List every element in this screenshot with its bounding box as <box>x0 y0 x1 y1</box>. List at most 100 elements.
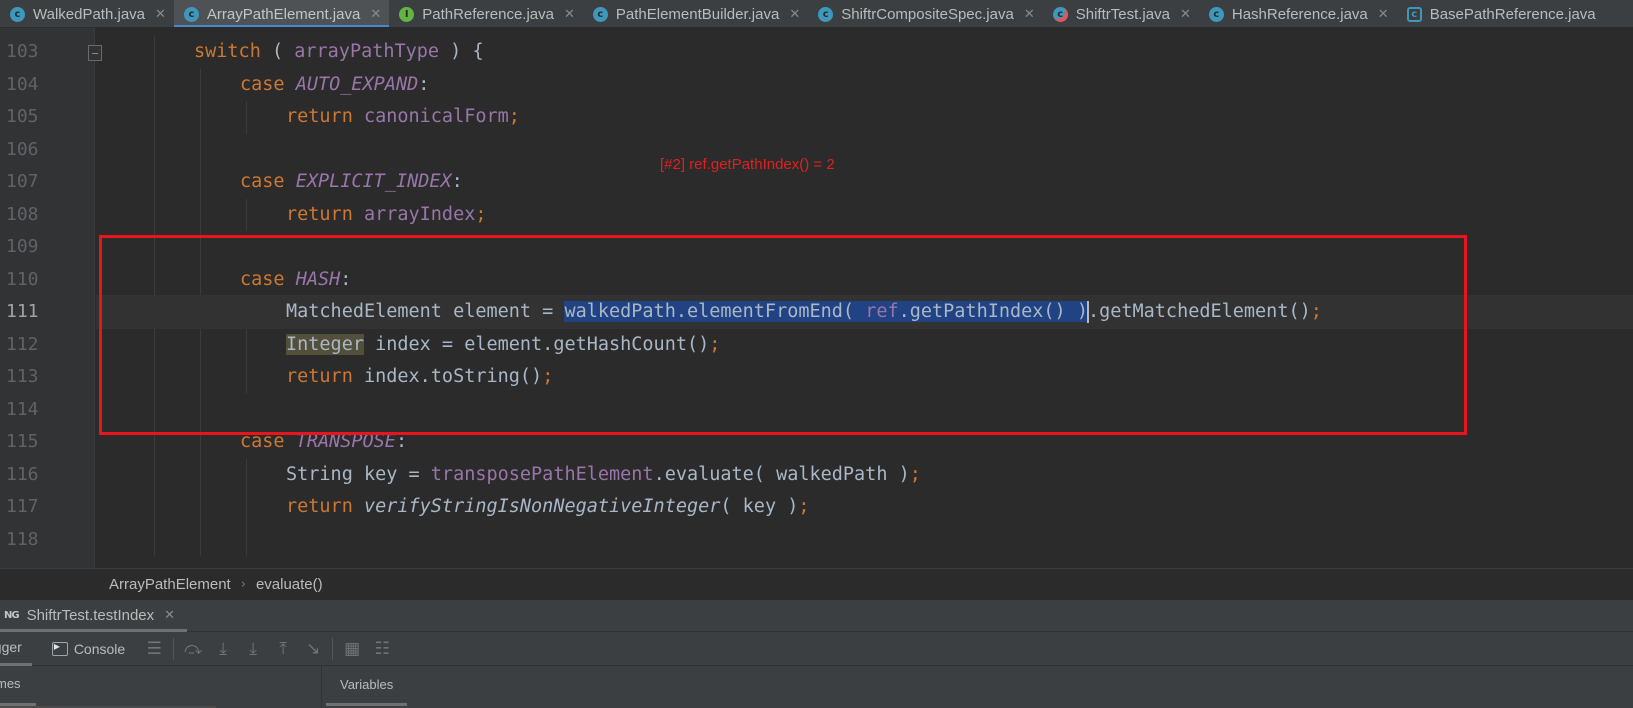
debug-session-tab[interactable]: NG ShiftrTest.testIndex ✕ <box>0 600 188 632</box>
code-line[interactable]: case HASH: <box>96 263 1633 297</box>
code-line[interactable] <box>96 230 1633 264</box>
code-editor[interactable]: 103 104 105 106 107 108 109 110 111 112 113 114 115 1… <box>0 28 1633 568</box>
evaluate-expression-icon[interactable]: ▦ <box>337 632 367 666</box>
line-number[interactable]: 111 <box>6 295 39 329</box>
code-line[interactable]: return index.toString(); <box>96 360 1633 394</box>
variables-pane-header: Variables <box>322 666 1633 708</box>
line-number[interactable]: 112 <box>6 328 39 362</box>
close-icon[interactable]: ✕ <box>1378 7 1389 22</box>
run-to-cursor-icon[interactable]: ↘ <box>298 632 328 666</box>
line-number[interactable]: 106 <box>6 133 39 167</box>
code-token: transposePathElement <box>430 463 654 485</box>
breadcrumb: ArrayPathElement › evaluate() <box>0 568 1633 600</box>
close-icon[interactable]: ✕ <box>1180 7 1191 22</box>
code-token: ( key ) <box>720 496 799 517</box>
line-number-gutter[interactable]: 103 104 105 106 107 108 109 110 111 112 113 114 115 1… <box>0 28 102 568</box>
line-number[interactable]: 105 <box>6 100 39 134</box>
line-number[interactable]: 109 <box>6 230 39 264</box>
line-number[interactable]: 108 <box>6 198 39 232</box>
line-number[interactable]: 118 <box>6 523 39 557</box>
debug-tool-window: NG ShiftrTest.testIndex ✕ ugger Console … <box>0 600 1633 708</box>
code-area[interactable]: switch ( arrayPathType ) {case AUTO_EXPA… <box>96 28 1633 568</box>
code-line[interactable]: case AUTO_EXPAND: <box>96 68 1633 102</box>
code-line[interactable]: return canonicalForm; <box>96 100 1633 134</box>
tab-console-label: Console <box>73 640 126 657</box>
editor-tab[interactable]: c PathElementBuilder.java ✕ <box>583 0 808 27</box>
editor-tab-label: ShiftrTest.java <box>1075 5 1170 23</box>
code-token: ; <box>709 333 721 355</box>
close-icon[interactable]: ✕ <box>789 7 800 22</box>
debug-session-label: ShiftrTest.testIndex <box>26 607 155 624</box>
breadcrumb-class[interactable]: ArrayPathElement <box>109 576 231 593</box>
line-number[interactable]: 117 <box>6 490 39 524</box>
step-into-icon[interactable]: ⤓ <box>208 632 238 666</box>
code-line[interactable] <box>96 393 1633 427</box>
frames-pane-header: mes <box>0 666 322 708</box>
code-token: case <box>240 73 296 95</box>
code-token: ; <box>508 106 520 127</box>
code-token: .getMatchedElement() <box>1087 301 1311 322</box>
line-number[interactable]: 107 <box>6 165 39 199</box>
tab-debugger-label: ugger <box>0 639 22 655</box>
line-number[interactable]: 113 <box>6 360 39 394</box>
editor-tab[interactable]: c ArrayPathElement.java ✕ <box>173 0 390 27</box>
code-token: String key = <box>286 463 431 485</box>
menu-lines-icon[interactable]: ☰ <box>139 632 169 666</box>
variables-label: Variables <box>340 677 394 692</box>
code-token: EXPLICIT_INDEX <box>295 171 452 192</box>
line-number[interactable]: 110 <box>6 263 39 297</box>
editor-tab[interactable]: c ShiftrCompositeSpec.java ✕ <box>808 0 1043 27</box>
step-out-icon[interactable]: ⤒ <box>268 632 298 666</box>
close-icon[interactable]: ✕ <box>564 7 575 22</box>
code-line[interactable]: return verifyStringIsNonNegativeInteger(… <box>96 490 1633 524</box>
step-over-icon[interactable]: ⤼ <box>178 632 208 666</box>
editor-tab-label: BasePathReference.java <box>1429 5 1596 23</box>
editor-tab-label: PathReference.java <box>422 5 554 23</box>
editor-tab[interactable]: c HashReference.java ✕ <box>1199 0 1397 27</box>
tab-variables[interactable]: Variables <box>326 666 408 706</box>
code-token: : <box>418 73 430 95</box>
trace-stream-icon[interactable]: ☷ <box>367 632 397 666</box>
debug-session-bar: NG ShiftrTest.testIndex ✕ <box>0 600 1633 632</box>
force-step-into-icon[interactable]: ⤓ <box>238 632 268 666</box>
code-line[interactable]: return arrayIndex; <box>96 198 1633 232</box>
code-token: : <box>340 268 352 290</box>
code-line[interactable]: String key = transposePathElement.evalua… <box>96 458 1633 492</box>
breadcrumb-method[interactable]: evaluate() <box>256 576 323 593</box>
editor-tab[interactable]: c ShiftrTest.java ✕ <box>1043 0 1199 27</box>
code-line[interactable]: switch ( arrayPathType ) { <box>96 35 1633 69</box>
editor-tab[interactable]: c WalkedPath.java ✕ <box>0 0 174 27</box>
tab-console[interactable]: Console <box>51 632 139 666</box>
line-number[interactable]: 103 <box>6 35 39 69</box>
code-token: AUTO_EXPAND <box>295 73 419 95</box>
code-token: case <box>240 171 296 192</box>
code-token: ( <box>260 41 295 62</box>
code-token: canonicalForm <box>363 106 509 127</box>
code-token: index.toString() <box>363 366 543 387</box>
line-number[interactable]: 116 <box>6 458 39 492</box>
code-line[interactable] <box>96 133 1633 167</box>
line-number[interactable]: 114 <box>6 393 39 427</box>
code-line[interactable]: Integer index = element.getHashCount(); <box>96 328 1633 362</box>
frames-label[interactable]: mes <box>0 676 21 691</box>
line-number[interactable]: 104 <box>6 68 39 102</box>
close-icon[interactable]: ✕ <box>164 608 175 623</box>
editor-tab[interactable]: I PathReference.java ✕ <box>389 0 583 27</box>
code-line[interactable]: case EXPLICIT_INDEX: <box>96 165 1633 199</box>
code-line[interactable]: MatchedElement element = walkedPath.elem… <box>96 295 1633 329</box>
line-number[interactable]: 115 <box>6 425 39 459</box>
code-line[interactable] <box>96 523 1633 557</box>
close-icon[interactable]: ✕ <box>155 7 166 22</box>
close-icon[interactable]: ✕ <box>1024 7 1035 22</box>
tab-debugger[interactable]: ugger <box>0 632 32 666</box>
editor-tab-bar: c WalkedPath.java ✕ c ArrayPathElement.java ✕… <box>0 0 1633 28</box>
editor-tab[interactable]: c BasePathReference.java <box>1397 0 1604 27</box>
code-token: ; <box>909 463 921 485</box>
code-token: arrayIndex <box>363 203 476 225</box>
testng-icon: NG <box>4 610 20 621</box>
code-token: ; <box>475 203 487 225</box>
close-icon[interactable]: ✕ <box>370 7 381 22</box>
console-icon <box>51 639 68 656</box>
code-line[interactable]: case TRANSPOSE: <box>96 425 1633 459</box>
code-token: ; <box>542 366 554 387</box>
